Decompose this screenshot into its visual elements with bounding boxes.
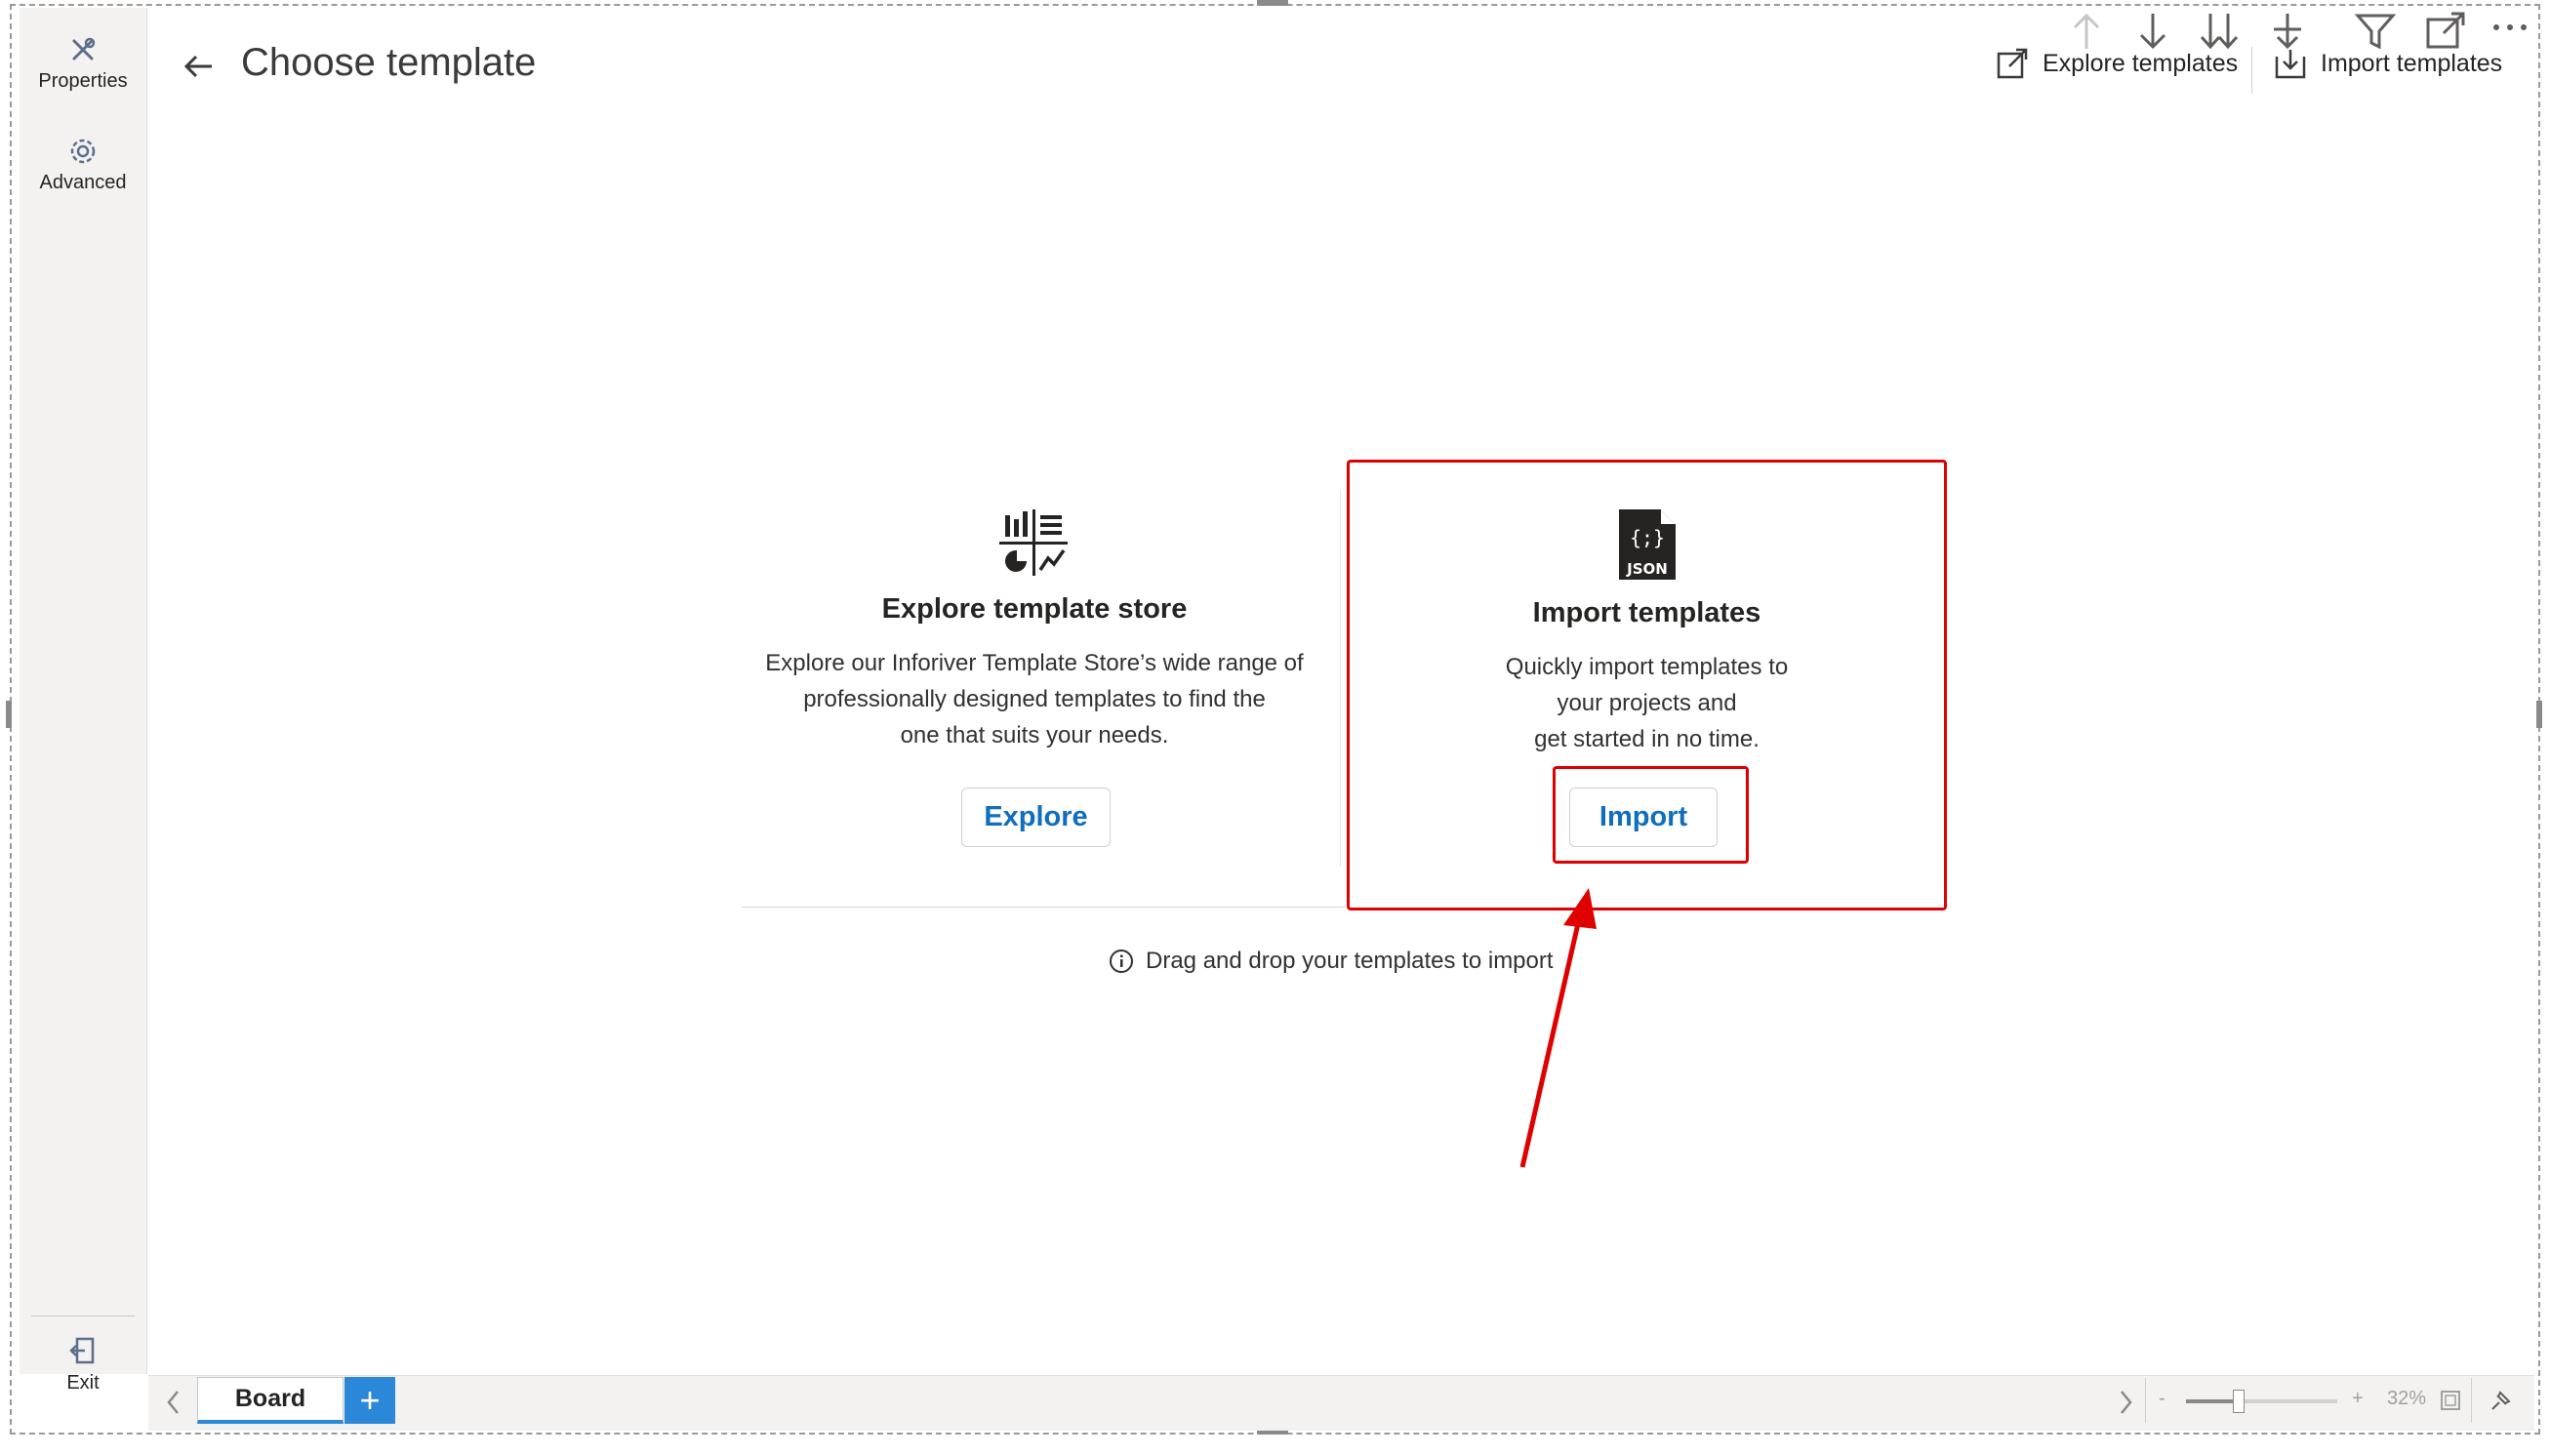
tools-icon <box>72 37 96 61</box>
explore-templates-link[interactable]: Explore templates <box>1996 47 2238 80</box>
explore-templates-label: Explore templates <box>2043 49 2239 77</box>
sidebar-item-advanced[interactable]: Advanced <box>20 137 146 194</box>
resize-handle-right[interactable] <box>2536 701 2542 728</box>
sidebar-item-properties[interactable]: Properties <box>20 35 146 93</box>
drag-drop-hint-text: Drag and drop your templates to import <box>1146 948 1554 974</box>
template-store-icon <box>999 509 1068 576</box>
left-rail: Properties Advanced <box>20 8 147 1374</box>
resize-handle-left[interactable] <box>6 701 12 728</box>
annotation-arrow <box>1519 888 1597 1168</box>
resize-handle-top[interactable] <box>1257 0 1288 6</box>
explore-card-title: Explore template store <box>881 593 1188 625</box>
chevron-right-icon[interactable] <box>2116 1388 2135 1417</box>
explore-card-desc-line: Explore our Inforiver Template Store’s w… <box>765 650 1304 676</box>
toolbar-divider <box>2251 47 2252 94</box>
info-icon <box>1110 950 1133 973</box>
import-icon <box>2275 50 2306 79</box>
highlight-box-import-button <box>1553 766 1749 864</box>
tab-board[interactable]: Board <box>197 1377 344 1424</box>
rail-divider <box>31 1315 135 1316</box>
zoom-slider-thumb[interactable] <box>2233 1390 2245 1413</box>
exit-label: Exit <box>66 1372 100 1394</box>
zoom-in-button[interactable]: + <box>2352 1388 2364 1410</box>
zoom-slider-fill <box>2186 1399 2237 1403</box>
sidebar-item-label: Properties <box>38 70 128 92</box>
drag-drop-hint: Drag and drop your templates to import <box>1109 948 1554 975</box>
more-options-icon[interactable] <box>2490 21 2530 33</box>
bottom-divider <box>2471 1378 2472 1423</box>
zoom-out-button[interactable]: - <box>2159 1388 2165 1410</box>
import-templates-label: Import templates <box>2321 49 2503 77</box>
card-divider <box>1340 491 1341 867</box>
zoom-percent: 32% <box>2387 1388 2427 1409</box>
section-divider <box>742 907 1345 908</box>
fit-to-page-icon[interactable] <box>2440 1390 2461 1411</box>
import-templates-link[interactable]: Import templates <box>2274 47 2502 80</box>
chevron-left-icon[interactable] <box>164 1388 183 1417</box>
zoom-slider[interactable] <box>2186 1390 2337 1413</box>
bottom-bar <box>148 1375 2534 1431</box>
explore-button[interactable]: Explore <box>961 788 1111 847</box>
explore-card-desc-line: professionally designed templates to fin… <box>803 686 1266 712</box>
explore-card: Explore template store Explore our Infor… <box>742 507 1327 753</box>
sidebar-item-label: Advanced <box>39 172 127 193</box>
page-title: Choose template <box>241 41 537 84</box>
bottom-divider <box>2145 1378 2146 1423</box>
exit-icon <box>69 1337 95 1364</box>
external-link-icon <box>1997 48 2028 79</box>
explore-card-desc-line: one that suits your needs. <box>900 722 1169 748</box>
gear-icon <box>70 139 96 164</box>
exit-button[interactable]: Exit <box>20 1335 146 1395</box>
pin-icon[interactable] <box>2489 1388 2514 1413</box>
back-arrow-icon[interactable] <box>181 49 216 84</box>
add-tab-button[interactable]: + <box>344 1377 395 1424</box>
